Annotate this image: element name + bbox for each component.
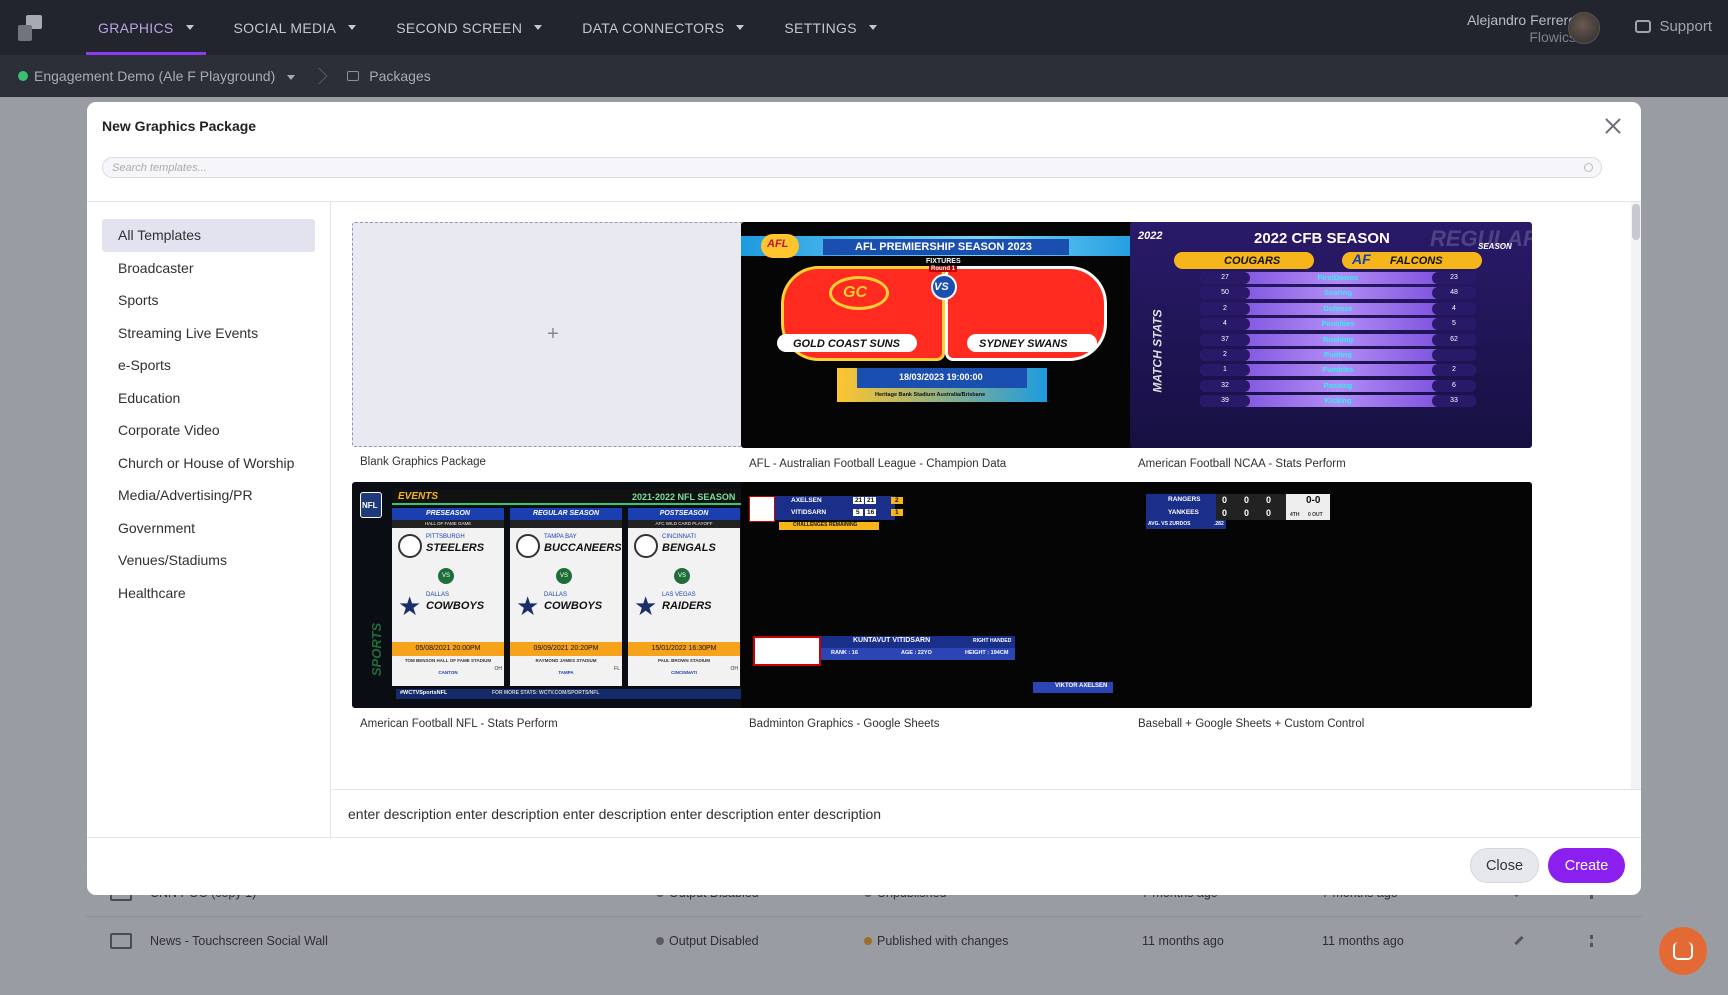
- chevron-down-icon: [868, 25, 877, 30]
- plus-icon: +: [547, 323, 559, 345]
- category-sidebar: All Templates Broadcaster Sports Streami…: [87, 202, 331, 837]
- workspace-selector[interactable]: Engagement Demo (Ale F Playground): [34, 68, 296, 84]
- modal-footer: Close Create: [87, 837, 1641, 895]
- new-graphics-package-modal: New Graphics Package All Templates Broad…: [87, 102, 1641, 895]
- nav-second-screen[interactable]: SECOND SCREEN: [376, 0, 562, 55]
- table-row[interactable]: News - Touchscreen Social Wall Output Di…: [86, 916, 1642, 964]
- chevron-down-icon: [534, 25, 543, 30]
- nav-settings[interactable]: SETTINGS: [764, 0, 896, 55]
- template-grid: + Blank Graphics Package AFL AFL PREMIER…: [332, 202, 1641, 789]
- monitor-icon: [110, 932, 132, 949]
- main-nav: GRAPHICS SOCIAL MEDIA SECOND SCREEN DATA…: [78, 0, 897, 55]
- scrollbar-thumb[interactable]: [1632, 204, 1640, 240]
- more-options-icon[interactable]: [1590, 934, 1593, 947]
- create-button[interactable]: Create: [1548, 848, 1625, 883]
- ncaa-stat-row: 39 Kicking 33: [1200, 395, 1476, 408]
- template-label: Blank Graphics Package: [360, 456, 486, 468]
- user-menu[interactable]: Alejandro Ferrero Flowics: [1467, 12, 1576, 45]
- category-venues-stadiums[interactable]: Venues/Stadiums: [102, 544, 315, 577]
- chat-icon: [1673, 942, 1693, 960]
- chevron-right-icon: [310, 67, 328, 85]
- template-card-afl[interactable]: AFL AFL PREMIERSHIP SEASON 2023 FIXTURES…: [741, 222, 1143, 470]
- chat-launcher-button[interactable]: [1659, 927, 1707, 975]
- ncaa-thumbnail[interactable]: 2022 REGULAR 2022 CFB SEASON SEASON COUG…: [1130, 222, 1532, 448]
- package-icon: [347, 71, 360, 81]
- breadcrumb-packages[interactable]: Packages: [369, 68, 430, 84]
- category-education[interactable]: Education: [102, 382, 315, 415]
- modal-header: New Graphics Package: [87, 102, 1641, 202]
- status-dot-icon: [656, 936, 664, 945]
- template-label: AFL - Australian Football League - Champ…: [749, 458, 1007, 470]
- category-corporate-video[interactable]: Corporate Video: [102, 414, 315, 447]
- chevron-down-icon: [185, 25, 194, 30]
- template-label: Baseball + Google Sheets + Custom Contro…: [1138, 718, 1365, 730]
- ncaa-stat-row: 37 Rushing 62: [1200, 333, 1476, 346]
- template-card-blank[interactable]: + Blank Graphics Package: [352, 222, 754, 468]
- template-card-baseball[interactable]: RANGERS YANKEES 0 0 0 0 0 0 0-0 4TH 0 OU…: [1130, 482, 1532, 730]
- ncaa-stat-row: 2 Punting: [1200, 349, 1476, 361]
- nav-data-connectors[interactable]: DATA CONNECTORS: [562, 0, 764, 55]
- template-label: Badminton Graphics - Google Sheets: [749, 718, 940, 730]
- category-sports[interactable]: Sports: [102, 284, 315, 317]
- category-broadcaster[interactable]: Broadcaster: [102, 252, 315, 285]
- avatar[interactable]: [1568, 12, 1600, 44]
- template-label: American Football NCAA - Stats Perform: [1138, 458, 1346, 470]
- chevron-down-icon: [348, 25, 357, 30]
- template-card-ncaa[interactable]: 2022 REGULAR 2022 CFB SEASON SEASON COUG…: [1130, 222, 1532, 470]
- afl-thumbnail[interactable]: AFL AFL PREMIERSHIP SEASON 2023 FIXTURES…: [741, 222, 1143, 448]
- category-media-advertising[interactable]: Media/Advertising/PR: [102, 479, 315, 512]
- nfl-event-column: PRESEASON HALL OF FAME GAME PITTSBURGH S…: [392, 508, 504, 686]
- template-label: American Football NFL - Stats Perform: [360, 718, 558, 730]
- chat-icon: [1635, 20, 1652, 33]
- org-name: Flowics: [1529, 29, 1576, 45]
- badminton-thumbnail[interactable]: AXELSEN 21 21 2 VITIDSARN 5 16 1 CHALLEN…: [741, 482, 1143, 708]
- flowics-logo-icon[interactable]: [18, 14, 44, 41]
- close-button[interactable]: Close: [1470, 848, 1539, 883]
- search-input[interactable]: [103, 158, 1601, 178]
- chevron-down-icon: [736, 25, 745, 30]
- search-icon[interactable]: [1584, 163, 1593, 172]
- ncaa-stat-row: 27 FirstDowns 23: [1200, 272, 1476, 284]
- nfl-event-column: POSTSEASON AFC WILD CARD PLAYOFF CINCINN…: [628, 508, 740, 686]
- category-streaming-live-events[interactable]: Streaming Live Events: [102, 317, 315, 350]
- category-all-templates[interactable]: All Templates: [102, 219, 315, 252]
- category-healthcare[interactable]: Healthcare: [102, 577, 315, 610]
- ncaa-stat-row: 1 Fumbles 2: [1200, 364, 1476, 377]
- blank-template-thumbnail[interactable]: +: [352, 222, 754, 447]
- template-description: enter description enter description ente…: [332, 789, 1641, 837]
- breadcrumb: Engagement Demo (Ale F Playground) Packa…: [0, 55, 1728, 97]
- template-card-nfl[interactable]: NFL EVENTS 2021-2022 NFL SEASON SPORTS P…: [352, 482, 754, 730]
- category-esports[interactable]: e-Sports: [102, 349, 315, 382]
- status-dot-icon: [864, 936, 872, 945]
- ncaa-stat-row: 50 Scoring 48: [1200, 287, 1476, 300]
- ncaa-stat-row: 4 Penalties 5: [1200, 318, 1476, 331]
- baseball-thumbnail[interactable]: RANGERS YANKEES 0 0 0 0 0 0 0-0 4TH 0 OU…: [1130, 482, 1532, 708]
- ncaa-stat-row: 2 Defense 4: [1200, 302, 1476, 315]
- chevron-down-icon: [287, 74, 296, 80]
- close-icon[interactable]: [1603, 116, 1623, 136]
- modal-title: New Graphics Package: [102, 118, 257, 134]
- edit-icon[interactable]: [1514, 935, 1524, 946]
- top-navigation-bar: GRAPHICS SOCIAL MEDIA SECOND SCREEN DATA…: [0, 0, 1728, 55]
- user-name: Alejandro Ferrero: [1467, 12, 1576, 28]
- status-dot-icon: [18, 71, 28, 81]
- nfl-event-column: REGULAR SEASON TAMPA BAY BUCCANEERS VS ★…: [510, 508, 622, 686]
- support-link[interactable]: Support: [1635, 18, 1712, 35]
- template-card-badminton[interactable]: AXELSEN 21 21 2 VITIDSARN 5 16 1 CHALLEN…: [741, 482, 1143, 730]
- category-government[interactable]: Government: [102, 512, 315, 545]
- category-church[interactable]: Church or House of Worship: [102, 447, 315, 480]
- scrollbar[interactable]: [1631, 202, 1641, 789]
- nav-graphics[interactable]: GRAPHICS: [78, 0, 214, 55]
- nav-social-media[interactable]: SOCIAL MEDIA: [214, 0, 377, 55]
- search-templates: [102, 157, 1602, 178]
- ncaa-stat-row: 32 Passing 6: [1200, 379, 1476, 392]
- nfl-thumbnail[interactable]: NFL EVENTS 2021-2022 NFL SEASON SPORTS P…: [352, 482, 754, 708]
